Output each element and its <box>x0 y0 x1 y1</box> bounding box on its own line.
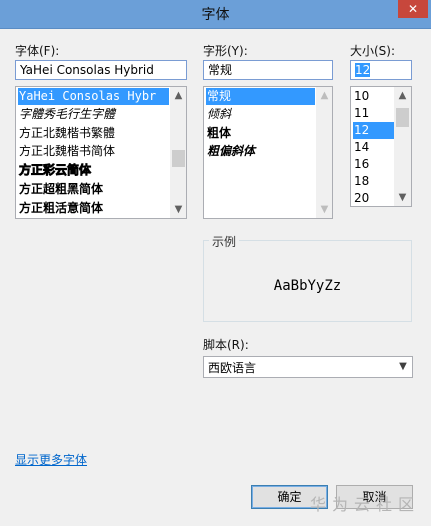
style-list[interactable]: 常规 倾斜 粗体 粗偏斜体 ▲ ▼ <box>203 86 333 219</box>
font-list-item[interactable]: 方正超粗黑简体 <box>18 181 103 198</box>
style-list-item[interactable]: 常规 <box>206 88 315 105</box>
show-more-fonts-link[interactable]: 显示更多字体 <box>15 451 87 468</box>
size-input[interactable]: 12 <box>350 60 412 80</box>
font-list-item[interactable]: 方正彩云简体 <box>18 162 92 179</box>
scroll-up-icon[interactable]: ▲ <box>316 87 332 104</box>
size-list-item[interactable]: 10 <box>353 88 369 105</box>
scroll-thumb[interactable] <box>396 108 409 127</box>
font-list-item[interactable]: 方正北魏楷书繁體 <box>18 125 115 142</box>
font-label: 字体(F): <box>15 44 60 58</box>
size-list-scrollbar[interactable]: ▲ ▼ <box>394 87 411 206</box>
chevron-down-icon: ▼ <box>399 361 407 372</box>
size-list-item[interactable]: 12 <box>353 122 394 139</box>
close-icon: ✕ <box>407 2 419 16</box>
size-list-item[interactable]: 16 <box>353 156 369 173</box>
style-list-item[interactable]: 粗偏斜体 <box>206 143 255 160</box>
size-list-item[interactable]: 20 <box>353 190 369 206</box>
font-dialog: 字体 ✕ 字体(F): YaHei Consolas Hybrid YaHei … <box>0 0 431 526</box>
size-list-item[interactable]: 11 <box>353 105 369 122</box>
font-list-item[interactable]: 方正粗活意简体 <box>18 200 103 217</box>
size-list-item[interactable]: 14 <box>353 139 369 156</box>
scroll-down-icon[interactable]: ▼ <box>316 201 332 218</box>
style-list-item[interactable]: 倾斜 <box>206 106 231 123</box>
style-list-scrollbar[interactable]: ▲ ▼ <box>316 87 332 218</box>
scroll-up-icon[interactable]: ▲ <box>170 87 186 104</box>
dialog-title: 字体 <box>201 7 230 23</box>
watermark: 华为云社区 <box>310 495 421 514</box>
script-value: 西欧语言 <box>208 361 257 375</box>
size-list-item[interactable]: 18 <box>353 173 369 190</box>
font-list[interactable]: YaHei Consolas Hybr 字體秀毛行生字體 方正北魏楷书繁體 方正… <box>15 86 187 219</box>
script-label: 脚本(R): <box>203 338 249 352</box>
scroll-down-icon[interactable]: ▼ <box>394 189 411 206</box>
scroll-thumb[interactable] <box>172 150 185 167</box>
size-label: 大小(S): <box>350 44 396 58</box>
font-list-item[interactable]: 字體秀毛行生字體 <box>18 106 115 123</box>
sample-caption: 示例 <box>209 233 240 250</box>
scroll-up-icon[interactable]: ▲ <box>394 87 411 104</box>
close-button[interactable]: ✕ <box>398 0 428 18</box>
script-select[interactable]: 西欧语言 ▼ <box>203 356 413 378</box>
font-list-item[interactable]: YaHei Consolas Hybr <box>18 88 169 105</box>
style-list-item[interactable]: 粗体 <box>206 125 231 142</box>
size-list[interactable]: 10 11 12 14 16 18 20 ▲ ▼ <box>350 86 412 207</box>
scroll-down-icon[interactable]: ▼ <box>170 201 186 218</box>
font-list-item[interactable]: 方正北魏楷书简体 <box>18 143 115 160</box>
style-label: 字形(Y): <box>203 44 248 58</box>
sample-text: AaBbYyZz <box>273 278 342 294</box>
style-input[interactable]: 常规 <box>203 60 333 80</box>
title-bar: 字体 ✕ <box>0 0 431 29</box>
font-input[interactable]: YaHei Consolas Hybrid <box>15 60 187 80</box>
font-list-scrollbar[interactable]: ▲ ▼ <box>170 87 186 218</box>
